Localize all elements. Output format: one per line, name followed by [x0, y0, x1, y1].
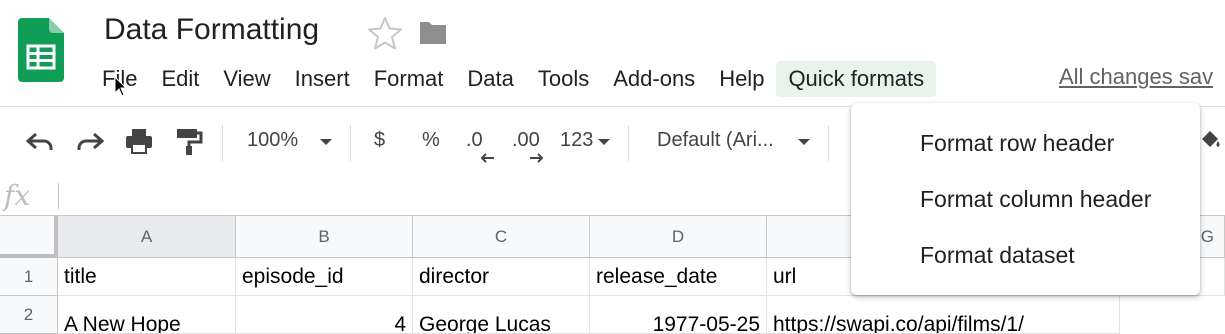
menu-data[interactable]: Data	[455, 61, 525, 97]
column-header-b[interactable]: B	[236, 216, 413, 258]
fill-color-icon[interactable]	[1198, 127, 1222, 155]
menu-insert[interactable]: Insert	[283, 61, 362, 97]
fx-icon: fx	[4, 179, 31, 212]
menu-view[interactable]: View	[211, 61, 282, 97]
cell-c1[interactable]: director	[413, 258, 590, 296]
cell-c2[interactable]: George Lucas	[413, 296, 590, 334]
percent-format-button[interactable]: %	[422, 129, 440, 152]
menu-item-format-dataset[interactable]: Format dataset	[920, 242, 1075, 269]
menu-item-format-column-header[interactable]: Format column header	[920, 186, 1151, 213]
select-all-corner[interactable]	[0, 216, 58, 258]
cell-a1[interactable]: title	[58, 258, 236, 296]
menu-format[interactable]: Format	[362, 61, 456, 97]
cell-b1[interactable]: episode_id	[236, 258, 413, 296]
app-header: Data Formatting File Edit View Insert Fo…	[0, 0, 1225, 106]
font-select[interactable]: Default (Ari...	[657, 129, 774, 152]
save-status-link[interactable]: All changes sav	[1059, 64, 1213, 90]
cell-b2[interactable]: 4	[236, 296, 413, 334]
menu-tools[interactable]: Tools	[526, 61, 601, 97]
cell-d2[interactable]: 1977-05-25	[590, 296, 767, 334]
arrow-left-icon	[480, 153, 494, 163]
chevron-down-icon[interactable]	[596, 134, 612, 150]
chevron-down-icon[interactable]	[796, 134, 812, 150]
cell-a2[interactable]: A New Hope	[58, 296, 236, 334]
column-header-d[interactable]: D	[590, 216, 767, 258]
zoom-select[interactable]: 100%	[247, 129, 298, 152]
menu-help[interactable]: Help	[707, 61, 776, 97]
decrease-decimal-button[interactable]: .0	[466, 129, 483, 152]
increase-decimal-button[interactable]: .00	[512, 129, 540, 152]
chevron-down-icon[interactable]	[318, 134, 334, 150]
mouse-cursor-icon	[114, 76, 128, 97]
column-header-a[interactable]: A	[58, 216, 236, 258]
cell-e2[interactable]: https://swapi.co/api/films/1/	[767, 296, 1120, 334]
menu-add-ons[interactable]: Add-ons	[601, 61, 707, 97]
folder-icon[interactable]	[418, 20, 448, 46]
sheets-logo-icon[interactable]	[18, 18, 64, 82]
redo-icon[interactable]	[74, 125, 106, 157]
menu-quick-formats[interactable]: Quick formats	[776, 61, 937, 97]
row-header-2[interactable]: 2	[0, 296, 58, 334]
paint-format-icon[interactable]	[173, 125, 205, 157]
more-formats-button[interactable]: 123	[560, 129, 593, 152]
print-icon[interactable]	[123, 125, 155, 157]
menu-item-format-row-header[interactable]: Format row header	[920, 130, 1114, 157]
star-icon[interactable]	[367, 16, 403, 50]
arrow-right-icon	[530, 153, 544, 163]
menubar: File Edit View Insert Format Data Tools …	[90, 60, 937, 98]
document-title[interactable]: Data Formatting	[104, 13, 319, 47]
currency-format-button[interactable]: $	[374, 129, 385, 152]
quick-formats-dropdown: Format row header Format column header F…	[851, 103, 1200, 295]
undo-icon[interactable]	[24, 125, 56, 157]
row-header-1[interactable]: 1	[0, 258, 58, 296]
column-header-c[interactable]: C	[413, 216, 590, 258]
menu-edit[interactable]: Edit	[149, 61, 211, 97]
cell-d1[interactable]: release_date	[590, 258, 767, 296]
